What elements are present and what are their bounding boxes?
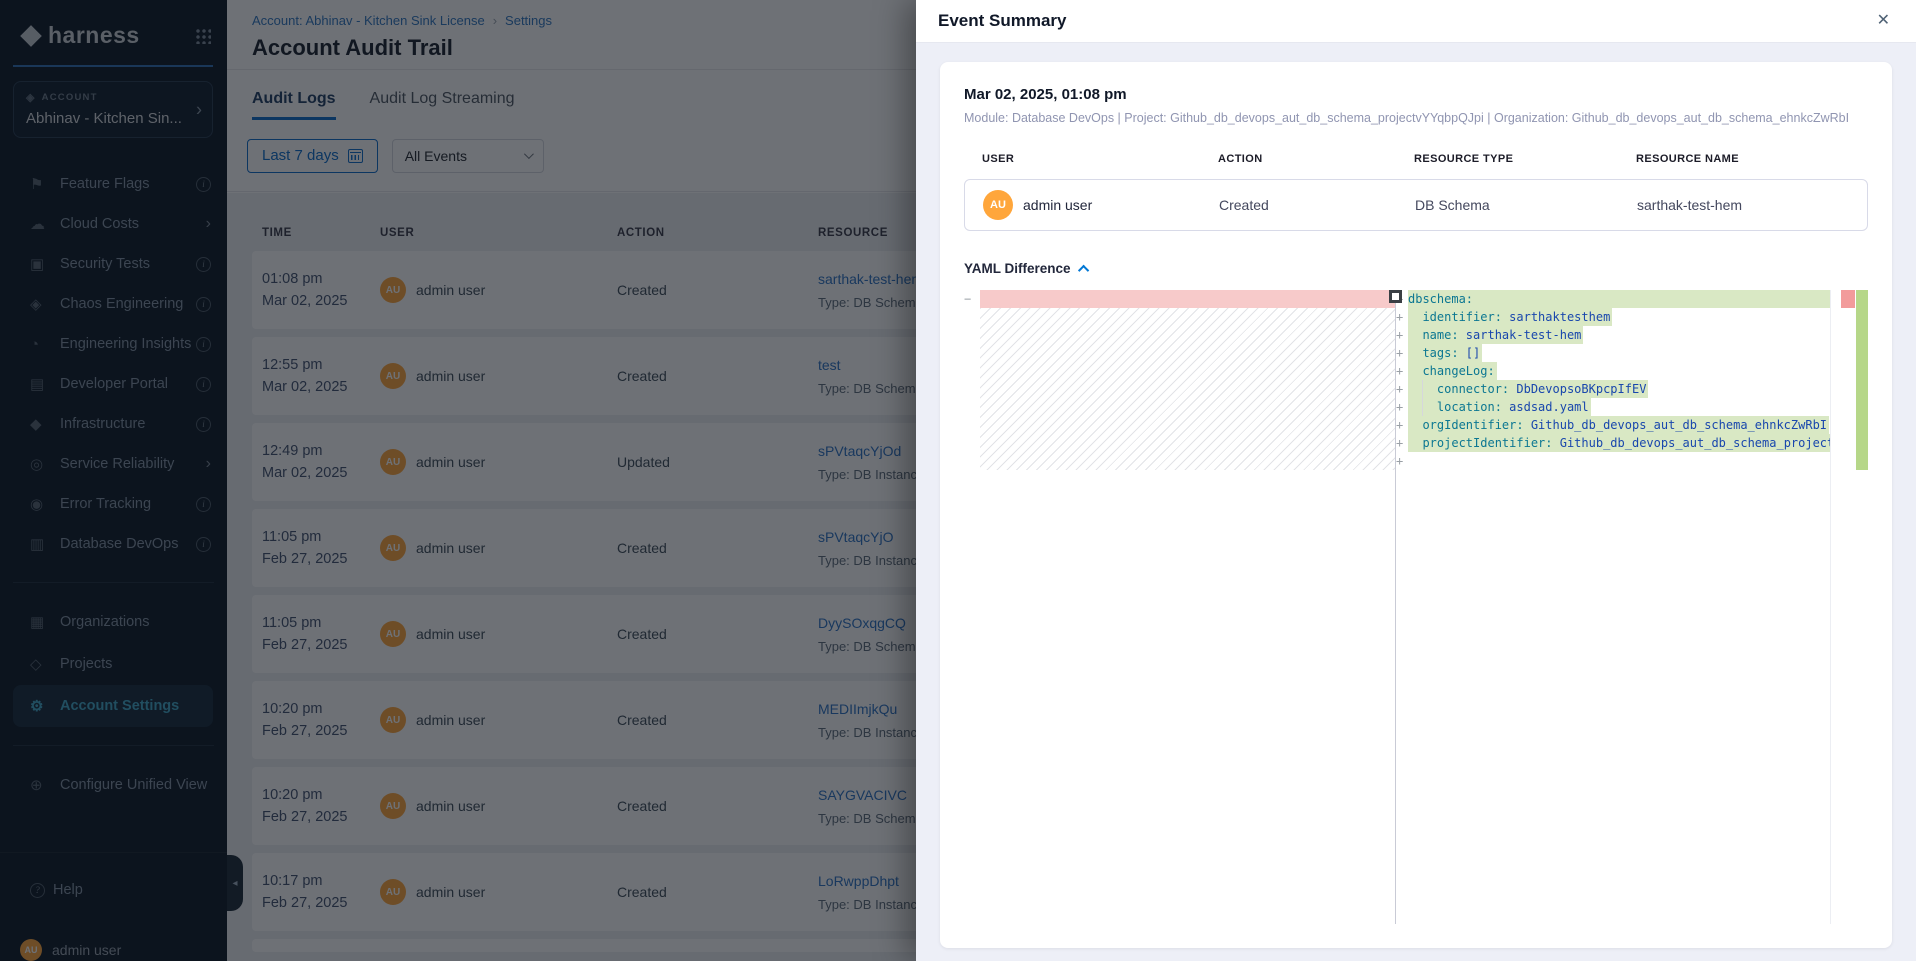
diff-added-line: + name: sarthak-test-hem <box>1396 326 1830 344</box>
diff-split-handle[interactable] <box>1389 290 1402 303</box>
drawer-title: Event Summary <box>938 11 1067 31</box>
event-action: Created <box>1219 197 1415 213</box>
column-resource-type: RESOURCE TYPE <box>1414 153 1636 165</box>
column-resource-name: RESOURCE NAME <box>1636 153 1868 165</box>
overview-ruler-removed-mark <box>1841 290 1855 308</box>
event-table-header: USER ACTION RESOURCE TYPE RESOURCE NAME <box>964 153 1868 165</box>
drawer-body: Mar 02, 2025, 01:08 pm Module: Database … <box>916 43 1916 961</box>
app-window: harness ◈ ACCOUNT Abhinav - Kitchen Sin.… <box>0 0 1916 961</box>
removed-line-highlight <box>980 290 1395 308</box>
plus-marker: + <box>1396 362 1408 380</box>
chevron-up-icon <box>1077 264 1088 275</box>
diff-added-line: + tags: [] <box>1396 344 1830 362</box>
diff-trailing-line: + <box>1396 452 1830 470</box>
indent-guide <box>1422 380 1423 416</box>
diff-empty-region <box>980 308 1395 470</box>
overview-ruler-added-mark[interactable] <box>1856 290 1868 470</box>
close-icon[interactable]: ✕ <box>1877 13 1890 29</box>
diff-added-line: + identifier: sarthaktesthem <box>1396 308 1830 326</box>
diff-added-line: + connector: DbDevopsoBKpcpIfEV <box>1396 380 1830 398</box>
event-row: AU admin user Created DB Schema sarthak-… <box>964 179 1868 231</box>
diff-added-line: + projectIdentifier: Github_db_devops_au… <box>1396 434 1830 452</box>
event-resource-type: DB Schema <box>1415 197 1637 213</box>
plus-marker: + <box>1396 326 1408 344</box>
event-scope: Module: Database DevOps | Project: Githu… <box>964 111 1868 125</box>
event-timestamp: Mar 02, 2025, 01:08 pm <box>964 86 1868 103</box>
plus-marker: + <box>1396 308 1408 326</box>
diff-original-pane: − <box>964 290 1395 924</box>
event-resource-name: sarthak-test-hem <box>1637 197 1867 213</box>
yaml-difference-label: YAML Difference <box>964 261 1071 276</box>
diff-added-line: + dbschema: <box>1396 290 1830 308</box>
plus-marker: + <box>1396 398 1408 416</box>
event-summary-drawer: Event Summary ✕ Mar 02, 2025, 01:08 pm M… <box>916 0 1916 961</box>
event-card: Mar 02, 2025, 01:08 pm Module: Database … <box>940 62 1892 948</box>
column-user: USER <box>964 153 1218 165</box>
yaml-diff-viewer: − + dbschema: + <box>964 290 1868 924</box>
plus-marker: + <box>1396 380 1408 398</box>
plus-marker: + <box>1396 344 1408 362</box>
diff-removed-line: − <box>964 290 1395 308</box>
plus-marker: + <box>1396 452 1408 470</box>
diff-added-line: + location: asdsad.yaml <box>1396 398 1830 416</box>
drawer-header: Event Summary ✕ <box>916 0 1916 43</box>
event-user: AU admin user <box>965 190 1219 220</box>
diff-modified-pane: + dbschema: + identifier: sarthaktesthem… <box>1396 290 1830 924</box>
diff-scrollbar-boundary <box>1830 290 1831 924</box>
diff-added-line: + orgIdentifier: Github_db_devops_aut_db… <box>1396 416 1830 434</box>
minus-marker: − <box>964 290 980 308</box>
plus-marker: + <box>1396 434 1408 452</box>
diff-added-line: + changeLog: <box>1396 362 1830 380</box>
yaml-difference-toggle[interactable]: YAML Difference <box>964 261 1868 276</box>
column-action: ACTION <box>1218 153 1414 165</box>
plus-marker: + <box>1396 416 1408 434</box>
avatar: AU <box>983 190 1013 220</box>
